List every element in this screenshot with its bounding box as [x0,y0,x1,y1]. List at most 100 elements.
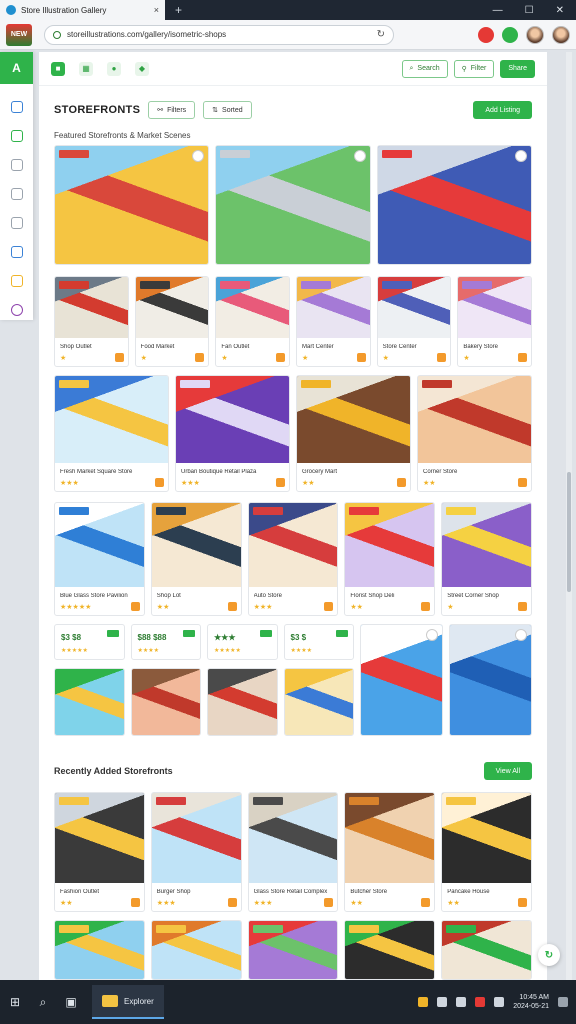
store-illustration [297,376,410,463]
recent-store-card[interactable]: Burger Shop ★★★ [150,792,242,912]
store-card[interactable]: Mart Center ★ [296,276,371,367]
price-stat-card[interactable]: $3 $ ★★★★ [283,624,354,660]
reload-icon[interactable]: ↻ [377,29,385,40]
store-card[interactable]: Grocery Mart ★★ [296,375,411,492]
extension-icon[interactable] [478,26,494,43]
sort-icon: ⇅ [212,107,219,114]
clock-time: 10:45 AM [519,994,549,1001]
store-card[interactable]: Shop Lot ★★ [150,502,242,616]
refresh-fab[interactable]: ↻ [538,944,560,966]
recent-store-card[interactable] [54,920,145,980]
store-sign [252,507,283,515]
url-field[interactable]: storeillustrations.com/gallery/isometric… [44,24,394,45]
minimize-button[interactable]: — [493,5,503,16]
store-thumb-card[interactable] [130,668,201,736]
rail-home-icon[interactable] [10,101,23,113]
stat-rating: ★★★★★ [214,648,241,654]
tray-alert-icon[interactable] [475,997,486,1007]
tray-app-icon[interactable] [418,997,429,1007]
price-stat-card[interactable]: $3 $8 ★★★★★ [54,624,125,660]
add-listing-button[interactable]: Add Listing [473,101,532,119]
recent-store-card[interactable]: Pancake House ★★ [441,792,532,912]
tray-network-icon[interactable] [437,997,448,1007]
store-thumb-card[interactable] [207,668,278,736]
store-thumb-card[interactable] [54,668,125,736]
rail-brand-button[interactable]: A [0,52,33,84]
store-card[interactable]: Bakery Store ★ [457,276,532,367]
maximize-button[interactable]: ☐ [525,5,534,16]
featured-large-card[interactable] [360,624,443,736]
featured-large-card[interactable] [449,624,532,736]
tab-close-button[interactable]: × [154,5,159,15]
store-card[interactable]: Corner Store ★★ [417,375,532,492]
profile-avatar[interactable] [526,25,544,44]
featured-card[interactable] [215,145,371,265]
rail-history-icon[interactable] [10,217,23,229]
search-icon[interactable]: ⌕ [36,995,50,1009]
store-illustration [450,625,531,735]
featured-card[interactable] [376,145,532,265]
rail-shop-icon[interactable] [10,130,23,142]
site-logo[interactable]: NEW [6,23,32,46]
search-button[interactable]: ⌕ Search [401,59,448,78]
recent-store-card[interactable] [247,920,339,980]
price-stat-card[interactable]: $88 $88 ★★★★ [130,624,201,660]
recent-store-card[interactable] [150,920,242,980]
filter-button[interactable]: ⚲ Filter [453,59,495,78]
recent-store-card[interactable]: Butcher Store ★★ [344,792,436,912]
recent-store-card[interactable] [441,920,532,980]
task-view-icon[interactable]: ▣ [64,995,78,1009]
account-avatar[interactable] [552,25,570,44]
favorite-icon[interactable] [426,629,438,641]
share-button[interactable]: Share [500,59,535,78]
recent-store-card[interactable]: Fashion Outlet ★★ [54,792,145,912]
store-card[interactable]: Auto Store ★★★ [247,502,339,616]
price-stat-card[interactable]: ★★★ ★★★★★ [207,624,278,660]
sort-button[interactable]: ⇅ Sorted [203,101,252,119]
tray-volume-icon[interactable] [456,997,467,1007]
store-card[interactable]: Urban Boutique Retail Plaza ★★★ [175,375,290,492]
extension-green-icon[interactable] [502,26,518,43]
url-text[interactable]: storeillustrations.com/gallery/isometric… [67,30,371,39]
notification-icon[interactable] [558,997,568,1007]
store-card[interactable]: Store Center ★ [376,276,452,367]
grid-icon[interactable]: ▦ [79,61,93,76]
store-card[interactable]: Shop Outlet ★ [54,276,129,367]
rail-orders-icon[interactable] [10,159,23,171]
taskbar-explorer-app[interactable]: Explorer [92,985,164,1019]
store-illustration [55,793,144,883]
store-card[interactable]: Fan Outlet ★ [215,276,290,367]
store-card[interactable]: Street Corner Shop ★ [441,502,532,616]
featured-card[interactable] [54,145,210,265]
store-card[interactable]: Fresh Market Square Store ★★★ [54,375,169,492]
store-card[interactable]: Florist Shop Deli ★★ [344,502,436,616]
filters-button[interactable]: ⚯ Filters [148,101,196,119]
favorite-icon[interactable] [353,150,366,162]
scrollbar[interactable] [566,52,572,980]
rail-profile-icon[interactable] [10,304,23,316]
recent-store-card[interactable]: Glass Store Retail Complex ★★★ [247,792,339,912]
scrollbar-thumb[interactable] [567,472,571,592]
user-icon[interactable]: ● [107,61,121,76]
new-tab-button[interactable]: + [175,3,182,17]
browser-tab[interactable]: Store Illustration Gallery × [0,0,165,20]
start-icon[interactable]: ⊞ [8,995,22,1009]
close-window-button[interactable]: ✕ [556,5,564,16]
favorite-icon[interactable] [515,629,527,641]
rail-favorites-icon[interactable] [10,275,23,287]
store-sign [349,507,380,515]
store-icon[interactable]: ■ [51,61,65,76]
rail-lists-icon[interactable] [10,188,23,200]
card-rating: ★ [302,355,309,362]
clock[interactable]: 10:45 AM 2024-05-21 [513,993,549,1011]
view-all-button[interactable]: View All [483,762,532,780]
card-rating: ★ [140,355,147,362]
store-card[interactable]: Food Market ★ [134,276,210,367]
rail-help-icon[interactable] [10,246,23,258]
tray-battery-icon[interactable] [494,997,505,1007]
store-card[interactable]: Blue Glass Store Pavilion ★★★★★ [54,502,145,616]
bell-icon[interactable]: ◆ [135,61,149,76]
recent-store-card[interactable] [344,920,436,980]
favorite-icon[interactable] [514,150,527,162]
store-thumb-card[interactable] [283,668,354,736]
